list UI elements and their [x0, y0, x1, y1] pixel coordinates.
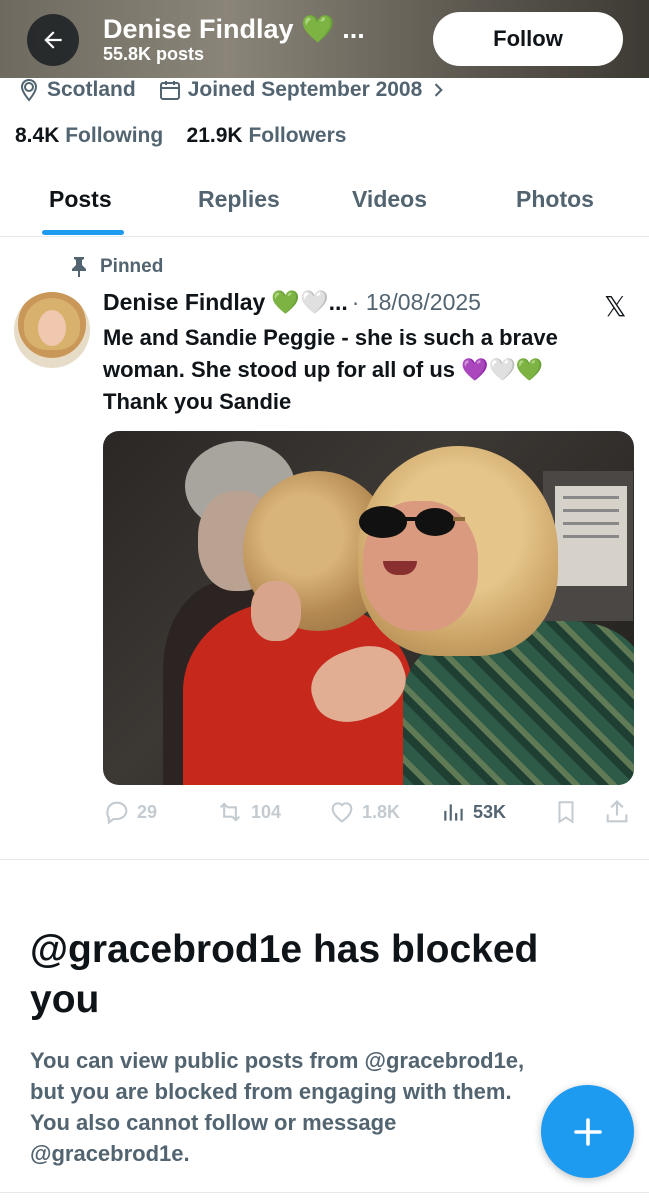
post-text-line: Me and Sandie Peggie - she is such a bra…: [103, 325, 558, 350]
repost-count: 104: [251, 801, 282, 822]
share-icon: [606, 800, 628, 823]
following-link[interactable]: 8.4K Following: [15, 124, 169, 147]
post-text-line: Thank you Sandie: [103, 389, 292, 414]
profile-header: Denise Findlay 💚 ... 55.8K posts Follow: [0, 0, 649, 78]
pinned-text: Pinned: [100, 256, 164, 277]
like-icon: [331, 802, 353, 823]
location-text: Scotland: [47, 78, 136, 101]
active-tab-indicator: [42, 230, 124, 235]
tab-videos[interactable]: Videos: [352, 186, 427, 213]
following-label: Following: [65, 124, 164, 147]
followers-count: 21.9K: [186, 124, 243, 147]
views-icon: [444, 804, 463, 821]
post-text: Me and Sandie Peggie - she is such a bra…: [103, 322, 633, 418]
tab-replies[interactable]: Replies: [198, 186, 280, 213]
blocked-title-line: you: [30, 978, 100, 1021]
post-author-name[interactable]: Denise Findlay: [103, 289, 265, 316]
post-photo[interactable]: [103, 431, 634, 785]
joined-date[interactable]: Joined September 2008: [158, 78, 455, 102]
like-count: 1.8K: [362, 801, 401, 822]
photo-hand: [251, 581, 301, 641]
avatar[interactable]: [14, 292, 90, 368]
green-heart-emoji: 💚: [301, 14, 335, 44]
repost-icon: [219, 802, 241, 822]
plus-icon: [573, 1117, 602, 1146]
back-arrow-icon: [44, 31, 62, 49]
photo-office-sign: [555, 486, 627, 586]
views-button[interactable]: 53K: [441, 798, 506, 826]
chevron-right-icon: [435, 83, 444, 97]
avatar-face: [38, 310, 66, 346]
bottom-divider: [0, 1192, 649, 1193]
x-logo-icon: 𝕏: [604, 291, 627, 322]
follow-button[interactable]: Follow: [433, 12, 623, 66]
blocked-description: You can view public posts from @gracebro…: [30, 1045, 630, 1169]
joined-text: Joined September 2008: [187, 78, 423, 101]
blocked-text-line: You can view public posts from @gracebro…: [30, 1048, 525, 1073]
pin-icon: [72, 257, 86, 277]
photo-sunglasses: [359, 506, 465, 538]
followers-label: Followers: [248, 124, 347, 147]
divider: [0, 859, 649, 860]
followers-link[interactable]: 21.9K Followers: [187, 124, 347, 147]
views-count: 53K: [473, 801, 507, 822]
blocked-text-line: but you are blocked from engaging with t…: [30, 1079, 512, 1104]
header-name: Denise Findlay 💚 ...: [103, 13, 365, 45]
blocked-text-line: You also cannot follow or message: [30, 1110, 397, 1135]
post-actions: 29 104 1.8K 53K: [103, 798, 634, 834]
compose-button[interactable]: [541, 1085, 634, 1178]
location-pin-icon: [20, 78, 38, 102]
reply-count: 29: [137, 801, 158, 822]
post-date[interactable]: · 18/08/2025: [352, 289, 481, 316]
post-author-line: Denise Findlay 💚🤍... · 18/08/2025: [103, 289, 481, 316]
tab-photos[interactable]: Photos: [516, 186, 594, 213]
post-text-line: woman. She stood up for all of us 💜🤍💚: [103, 357, 544, 382]
blocked-title-line: @gracebrod1e has blocked: [30, 928, 539, 971]
tab-posts[interactable]: Posts: [49, 186, 112, 213]
pinned-label: Pinned: [70, 256, 163, 278]
reply-icon: [106, 801, 128, 825]
header-name-text: Denise Findlay: [103, 14, 294, 44]
share-button[interactable]: [603, 798, 637, 826]
header-name-ellipsis: ...: [342, 14, 365, 44]
profile-meta: Scotland Joined September 2008: [17, 76, 454, 104]
calendar-icon: [159, 81, 180, 100]
back-button[interactable]: [27, 14, 79, 66]
repost-button[interactable]: 104: [215, 798, 281, 826]
bookmark-icon: [558, 801, 574, 824]
reply-button[interactable]: 29: [103, 798, 157, 826]
post-count: 55.8K posts: [103, 44, 205, 64]
blocked-title: @gracebrod1e has blocked you: [30, 925, 620, 1025]
following-count: 8.4K: [15, 124, 60, 147]
profile-tabs: Posts Replies Videos Photos: [0, 168, 649, 237]
bookmark-button[interactable]: [553, 798, 585, 826]
like-button[interactable]: 1.8K: [328, 798, 400, 826]
author-emoji: 💚🤍...: [271, 289, 348, 315]
blocked-text-line: @gracebrod1e.: [30, 1141, 190, 1166]
follow-stats: 8.4K Following 21.9K Followers: [15, 124, 346, 148]
